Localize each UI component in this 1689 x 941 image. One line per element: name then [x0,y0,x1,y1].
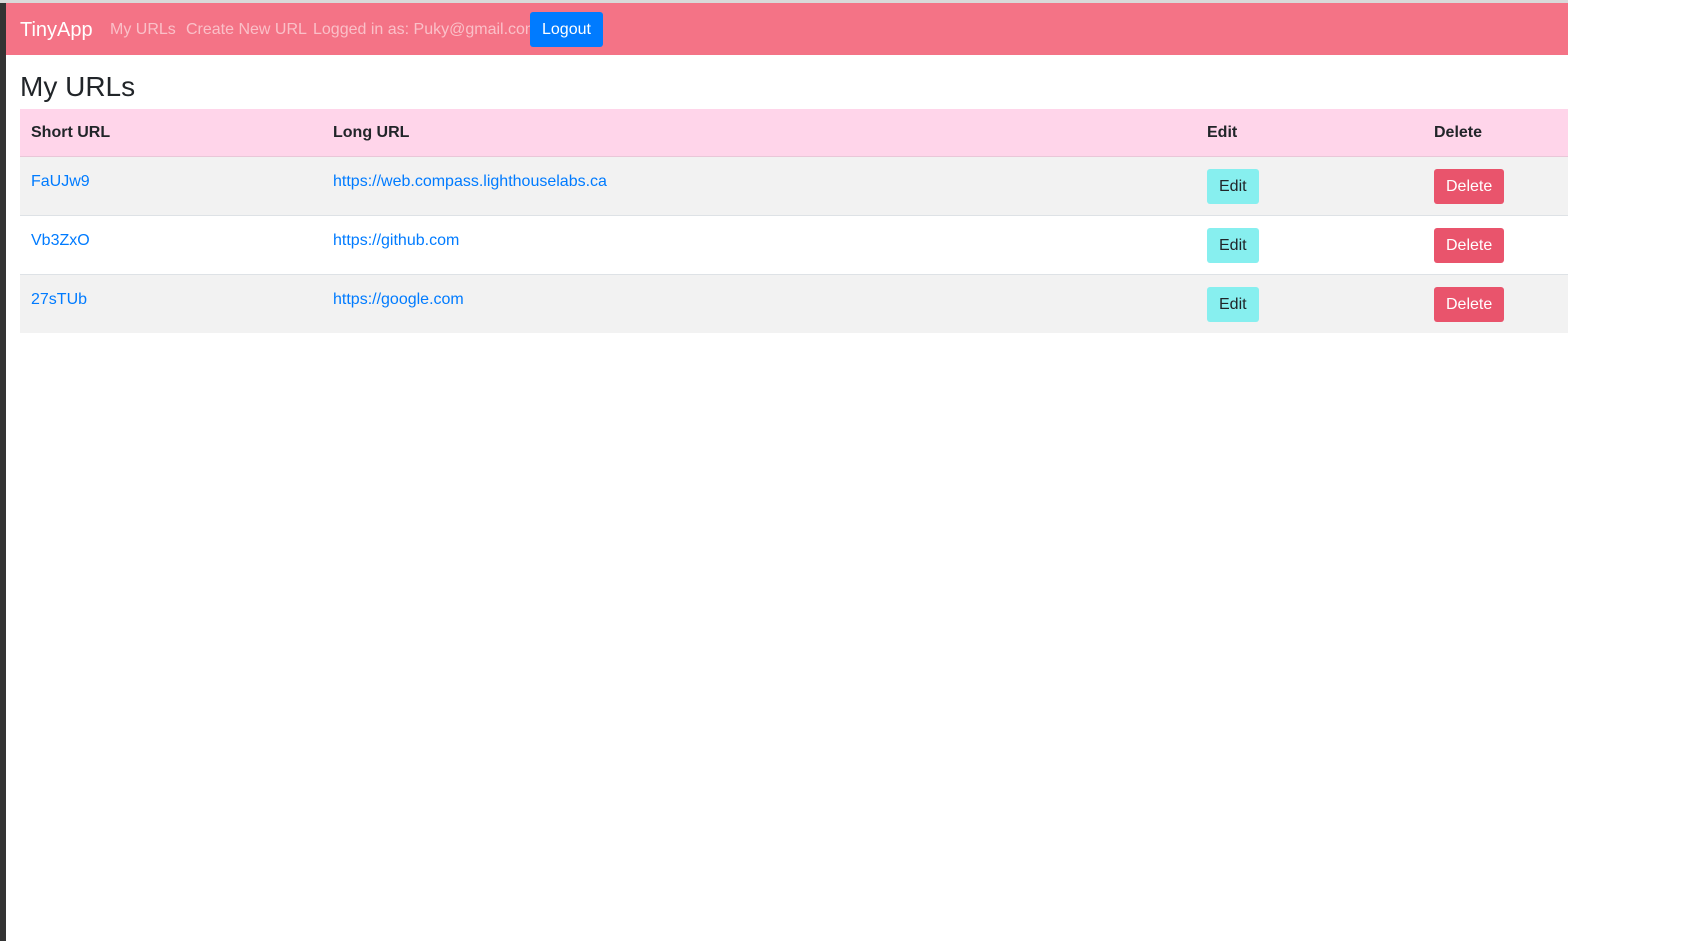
logged-in-status: Logged in as: Puky@gmail.com [313,21,539,38]
table-row: 27sTUb https://google.com Edit Delete [20,274,1568,333]
long-url-cell: https://google.com [322,274,1196,333]
urls-table: Short URL Long URL Edit Delete FaUJw9 ht… [20,109,1568,333]
short-url-link[interactable]: Vb3ZxO [31,231,90,251]
long-url-link[interactable]: https://github.com [333,231,459,251]
delete-button[interactable]: Delete [1434,228,1505,263]
table-header-row: Short URL Long URL Edit Delete [20,109,1568,157]
long-url-link[interactable]: https://web.compass.lighthouselabs.ca [333,172,607,192]
long-url-cell: https://web.compass.lighthouselabs.ca [322,156,1196,216]
edit-button[interactable]: Edit [1207,169,1259,204]
delete-button[interactable]: Delete [1434,287,1505,322]
edit-button[interactable]: Edit [1207,287,1259,322]
delete-cell: Delete [1423,215,1568,275]
nav-my-urls-link[interactable]: My URLs [110,20,176,40]
logout-button[interactable]: Logout [530,12,603,47]
edit-cell: Edit [1196,215,1423,275]
edit-button[interactable]: Edit [1207,228,1259,263]
edit-cell: Edit [1196,156,1423,216]
short-url-cell: FaUJw9 [20,156,322,216]
table-row: FaUJw9 https://web.compass.lighthouselab… [20,156,1568,216]
page-title: My URLs [20,71,136,102]
delete-cell: Delete [1423,274,1568,333]
delete-cell: Delete [1423,156,1568,216]
header-long-url: Long URL [322,109,1196,157]
long-url-cell: https://github.com [322,215,1196,275]
header-delete: Delete [1423,109,1568,157]
page: TinyApp My URLs Create New URL Logged in… [6,3,1568,941]
short-url-cell: Vb3ZxO [20,215,322,275]
brand-link[interactable]: TinyApp [20,17,93,43]
short-url-cell: 27sTUb [20,274,322,333]
header-edit: Edit [1196,109,1423,157]
delete-button[interactable]: Delete [1434,169,1505,204]
short-url-link[interactable]: 27sTUb [31,290,87,310]
edit-cell: Edit [1196,274,1423,333]
navbar: TinyApp My URLs Create New URL Logged in… [6,3,1568,55]
right-gutter [1568,0,1689,941]
header-short-url: Short URL [20,109,322,157]
long-url-link[interactable]: https://google.com [333,290,464,310]
short-url-link[interactable]: FaUJw9 [31,172,90,192]
nav-create-url-link[interactable]: Create New URL [186,20,307,40]
table-row: Vb3ZxO https://github.com Edit Delete [20,215,1568,275]
